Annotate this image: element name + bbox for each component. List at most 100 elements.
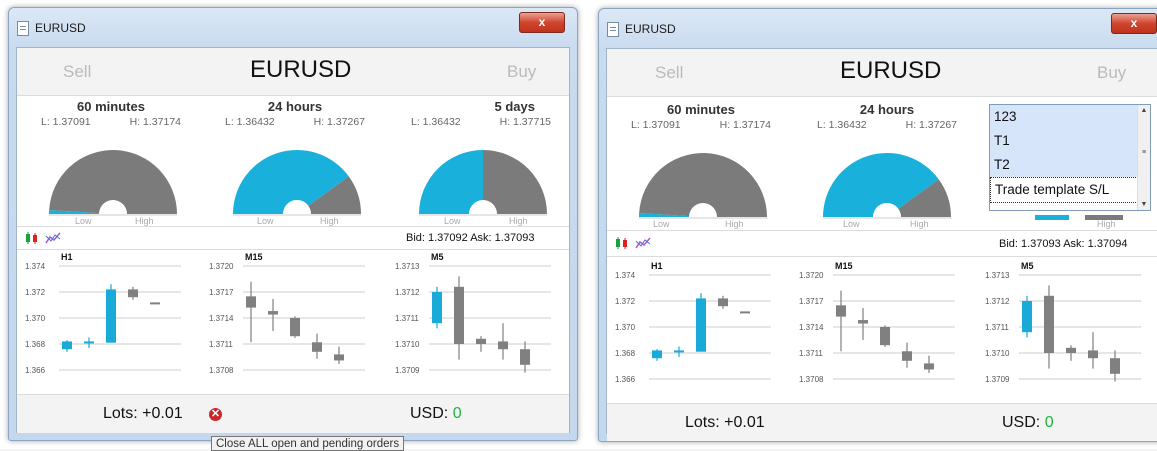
title-bar[interactable]: EURUSD x: [599, 9, 1157, 47]
chart-title: H1: [651, 261, 663, 271]
period-high: H: 1.37174: [129, 116, 181, 128]
dropdown-option[interactable]: T2: [990, 153, 1150, 177]
buy-button[interactable]: Buy: [1097, 63, 1126, 83]
close-button[interactable]: x: [1111, 13, 1157, 34]
range-gauge-60-minutes: [639, 152, 767, 219]
candlestick-chart-icon[interactable]: [24, 231, 40, 245]
candle-down: [1088, 350, 1098, 359]
title-bar[interactable]: EURUSD x: [9, 8, 577, 46]
usd-profit: USD: 0: [1002, 414, 1054, 432]
candle-up: [62, 341, 72, 350]
y-tick-label: 1.374: [25, 262, 46, 271]
candlestick-chart-icon[interactable]: [614, 236, 630, 250]
sell-button[interactable]: Sell: [63, 62, 91, 82]
period-60-minutes: 60 minutes L: 1.37091 H: 1.37174: [41, 99, 181, 128]
y-tick-label: 1.3714: [799, 323, 824, 332]
trade-window-1: EURUSD x Sell EURUSD Buy 60 minutes L: 1…: [8, 7, 578, 441]
dropdown-option-selected[interactable]: Trade template S/L: [990, 177, 1150, 203]
y-tick-label: 1.3713: [395, 262, 420, 271]
chart-title: M15: [835, 261, 853, 271]
candle-down: [880, 327, 890, 346]
sell-button[interactable]: Sell: [655, 63, 683, 83]
period-name: 24 hours: [859, 102, 915, 117]
y-tick-label: 1.370: [615, 323, 636, 332]
buy-button[interactable]: Buy: [507, 62, 536, 82]
lots-display[interactable]: Lots: +0.01: [103, 405, 183, 423]
y-tick-label: 1.3712: [985, 297, 1010, 306]
period-name: 60 minutes: [77, 99, 145, 114]
period-low: L: 1.37091: [631, 119, 681, 131]
candle-down: [128, 289, 138, 298]
candle-down: [718, 298, 728, 307]
candle-up: [84, 341, 94, 344]
gauge-low-label: Low: [75, 216, 92, 226]
candle-down: [858, 320, 868, 324]
y-tick-label: 1.366: [25, 366, 46, 375]
y-tick-label: 1.374: [615, 271, 636, 280]
candle-up: [106, 289, 116, 343]
line-chart-icon[interactable]: [45, 231, 61, 245]
template-dropdown-list[interactable]: 123 T1 T2 Trade template S/L ▲ ≡ ▼: [989, 104, 1151, 211]
y-tick-label: 1.3711: [985, 323, 1009, 332]
candle-down: [1044, 295, 1054, 353]
candle-down: [268, 311, 278, 315]
y-tick-label: 1.3711: [395, 314, 419, 323]
chart-title: M5: [1021, 261, 1034, 271]
y-tick-label: 1.3711: [209, 340, 233, 349]
dropdown-option[interactable]: 123: [990, 105, 1150, 129]
gauge-low-label: Low: [843, 219, 860, 229]
scroll-grip-icon[interactable]: ≡: [1138, 149, 1150, 156]
gauge-fill: [419, 150, 483, 214]
usd-label: USD:: [410, 405, 449, 422]
trade-window-2: EURUSD x Sell EURUSD Buy 60 minutes L: 1…: [598, 8, 1157, 442]
y-tick-label: 1.366: [615, 375, 636, 384]
candle-down: [150, 302, 160, 305]
gauge-fill-partial: [1035, 215, 1069, 220]
candle-up: [696, 298, 706, 352]
candle-down: [1110, 358, 1120, 374]
candle-down: [902, 351, 912, 361]
period-5-days: 5 days L: 1.36432 H: 1.37715: [411, 99, 551, 128]
period-high: H: 1.37267: [313, 116, 365, 128]
footer-bar: Lots: +0.01 ✕ USD: 0: [17, 394, 569, 433]
y-tick-label: 1.3717: [209, 288, 234, 297]
footer-bar: Lots: +0.01 USD: 0: [607, 403, 1157, 441]
gauge-high-label: High: [509, 216, 528, 226]
divider: [607, 256, 1157, 257]
dropdown-option[interactable]: T1: [990, 129, 1150, 153]
period-name: 60 minutes: [667, 102, 735, 117]
gauge-remaining: [49, 149, 177, 214]
period-low: L: 1.36432: [817, 119, 867, 131]
range-gauge-24-hours: [233, 150, 361, 216]
candle-up: [1022, 301, 1032, 333]
close-button[interactable]: x: [519, 12, 565, 33]
candle-up: [674, 350, 684, 353]
candle-down: [520, 349, 530, 365]
candle-down: [246, 296, 256, 308]
y-tick-label: 1.3708: [799, 375, 824, 384]
divider: [17, 249, 569, 250]
scroll-up-icon[interactable]: ▲: [1138, 107, 1150, 114]
dropdown-scrollbar[interactable]: ▲ ≡ ▼: [1137, 105, 1150, 210]
lots-display[interactable]: Lots: +0.01: [685, 414, 765, 432]
line-chart-icon[interactable]: [635, 236, 651, 250]
gauge-low-label: Low: [653, 219, 670, 229]
trade-panel: Sell EURUSD Buy 60 minutes L: 1.37091 H: …: [606, 48, 1157, 441]
chart-title: H1: [61, 252, 73, 262]
scroll-down-icon[interactable]: ▼: [1138, 201, 1150, 208]
period-low: L: 1.37091: [41, 116, 91, 128]
gauge-high-label: High: [135, 216, 154, 226]
period-high: H: 1.37715: [499, 116, 551, 128]
usd-value: 0: [452, 405, 462, 422]
y-tick-label: 1.3712: [395, 288, 420, 297]
period-high: H: 1.37174: [719, 119, 771, 131]
chart-title: M5: [431, 252, 444, 262]
range-gauge-5-days: [419, 150, 547, 216]
period-name: 24 hours: [267, 99, 323, 114]
bid-ask-quote: Bid: 1.37093 Ask: 1.37094: [999, 238, 1128, 250]
y-tick-label: 1.3710: [985, 349, 1010, 358]
chart-title: M15: [245, 252, 263, 262]
candle-down: [476, 338, 486, 344]
close-all-orders-icon[interactable]: ✕: [209, 408, 222, 421]
y-tick-label: 1.3720: [799, 271, 824, 280]
